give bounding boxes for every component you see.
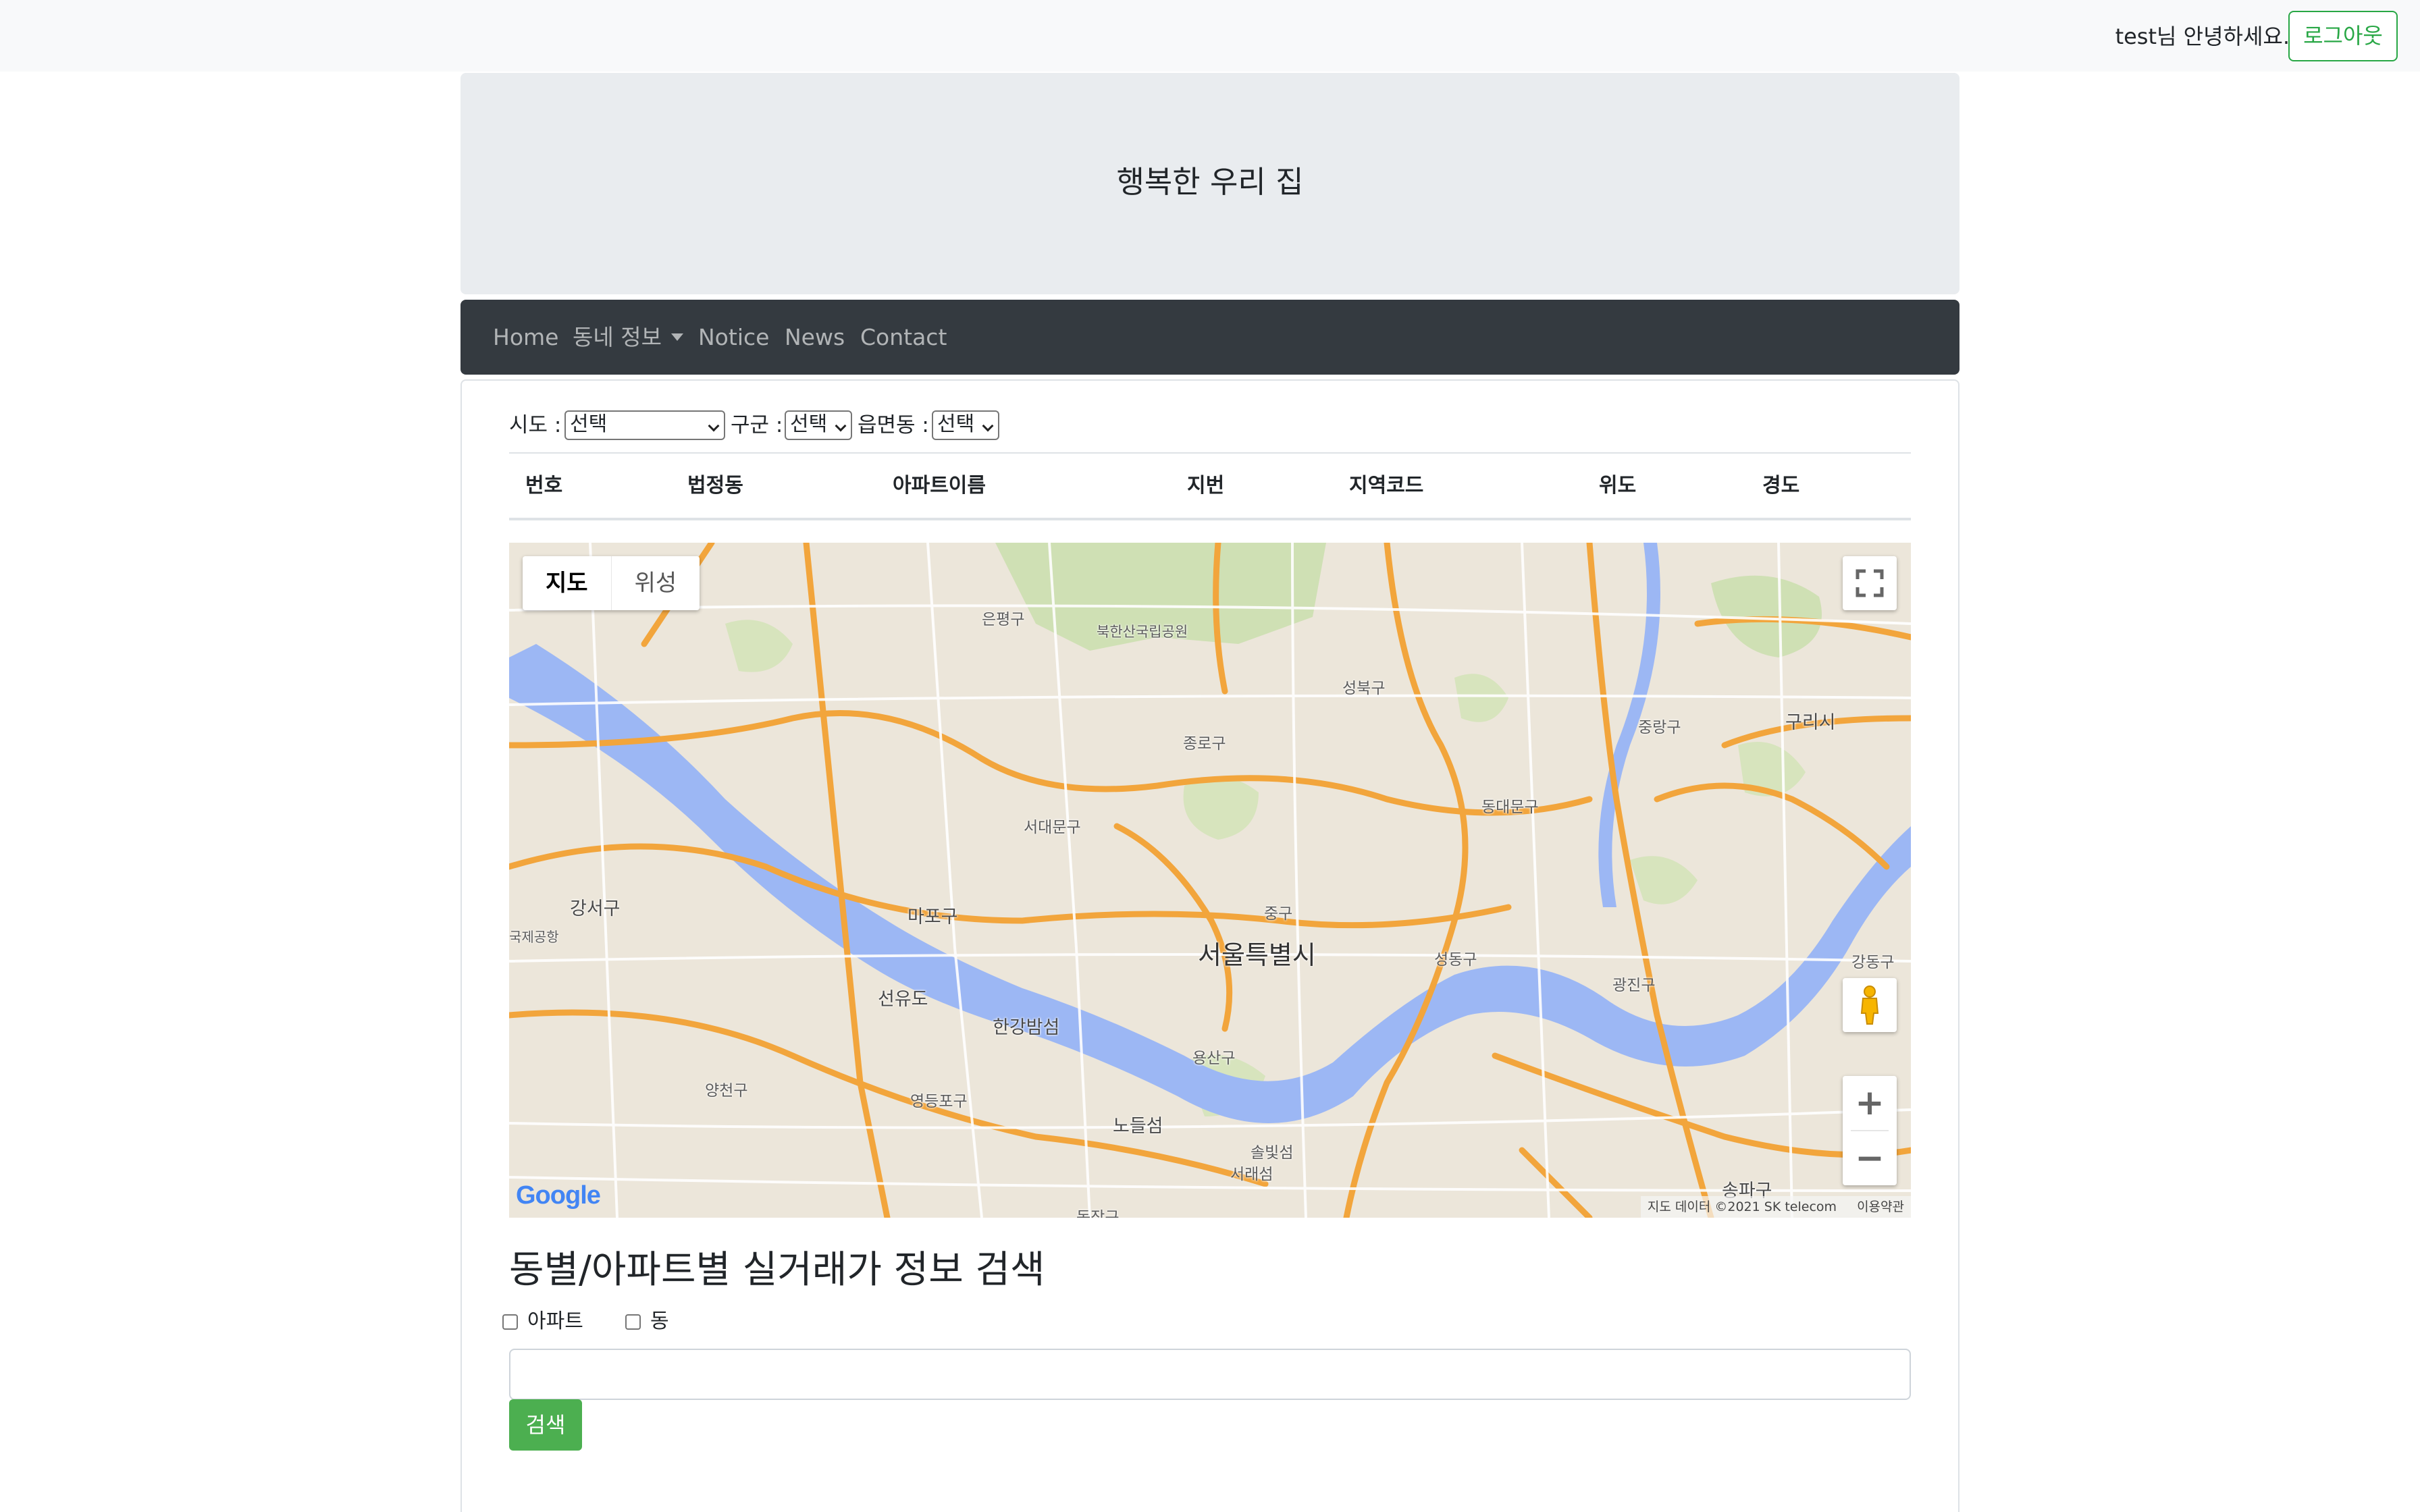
nav-notice[interactable]: Notice (698, 300, 769, 375)
map-label: 강동구 (1851, 954, 1895, 971)
apartment-table-header: 번호 법정동 아파트이름 지번 지역코드 위도 경도 (509, 452, 1911, 520)
column-header: 위도 (1599, 474, 1637, 497)
dong-select[interactable]: 선택 (932, 410, 999, 440)
map-label: 동작구 (1076, 1209, 1120, 1218)
map-label: 양천구 (705, 1082, 748, 1100)
region-filter-row: 시도 : 선택 구군 : 선택 읍면동 : 선택 (509, 408, 1522, 441)
dong-checkbox-option[interactable]: 동 (625, 1310, 669, 1334)
top-bar: test님 안녕하세요. 로그아웃 (0, 0, 2420, 72)
search-input[interactable] (509, 1349, 1911, 1400)
sido-label: 시도 : (509, 413, 562, 437)
user-greeting: test님 안녕하세요. (2115, 24, 2290, 49)
map-label: 영등포구 (910, 1093, 968, 1110)
map-data-credit: 지도 데이터 ©2021 SK telecom (1647, 1199, 1837, 1214)
google-logo: Google (516, 1181, 601, 1210)
google-logo-text: Google (516, 1181, 601, 1210)
nav-news[interactable]: News (785, 300, 845, 375)
gugun-select[interactable]: 선택 (785, 410, 852, 440)
apartment-checkbox-option[interactable]: 아파트 (502, 1310, 583, 1334)
zoom-control: + − (1843, 1076, 1897, 1185)
zoom-in-button[interactable]: + (1843, 1076, 1897, 1130)
map-label: 중구 (1264, 905, 1293, 923)
dropdown-caret-icon (670, 333, 683, 341)
street-view-pegman-button[interactable] (1843, 978, 1897, 1032)
map-label: 선유도 (878, 989, 928, 1010)
dong-label: 읍면동 : (858, 413, 929, 437)
map-attribution: 지도 데이터 ©2021 SK telecom 이용약관 (1640, 1196, 1911, 1218)
gugun-label: 구군 : (731, 413, 783, 437)
map-city-label: 서울특별시 (1198, 940, 1316, 970)
map-label: 동대문구 (1481, 799, 1539, 816)
dong-checkbox-label: 동 (650, 1310, 669, 1333)
sido-select[interactable]: 선택 (564, 410, 725, 440)
nav-neighborhood-label: 동네 정보 (573, 324, 662, 350)
map-type-satellite-button[interactable]: 위성 (610, 556, 700, 610)
map-label: 광진구 (1612, 977, 1656, 994)
zoom-out-button[interactable]: − (1843, 1131, 1897, 1185)
map-label: 성동구 (1434, 951, 1477, 969)
fullscreen-icon (1856, 569, 1884, 597)
map-label: 서래섬 (1230, 1166, 1273, 1183)
map-label: 용산구 (1192, 1050, 1236, 1067)
map-terms-link[interactable]: 이용약관 (1857, 1199, 1904, 1214)
map-label: 중랑구 (1638, 719, 1681, 736)
pegman-icon (1860, 986, 1879, 1025)
column-header: 번호 (525, 474, 563, 497)
map-label: 노들섬 (1113, 1116, 1163, 1137)
map-type-control: 지도 위성 (523, 556, 700, 610)
column-header: 경도 (1762, 474, 1800, 497)
map-type-roadmap-button[interactable]: 지도 (523, 556, 611, 610)
search-section-title: 동별/아파트별 실거래가 정보 검색 (509, 1248, 1045, 1292)
column-header: 지역코드 (1349, 474, 1424, 497)
map-label: 강서구 (570, 898, 621, 919)
map-label: 솔빛섬 (1251, 1144, 1294, 1162)
nav-neighborhood-dropdown[interactable]: 동네 정보 (573, 300, 683, 375)
map-label: 구리시 (1785, 712, 1836, 733)
main-navbar: Home 동네 정보 Notice News Contact (461, 300, 1959, 375)
map-label: 종로구 (1183, 735, 1226, 753)
logout-button[interactable]: 로그아웃 (2288, 11, 2398, 61)
apartment-checkbox[interactable] (502, 1314, 518, 1330)
dong-checkbox[interactable] (625, 1314, 641, 1330)
map-label: 북한산국립공원 (1097, 624, 1188, 640)
map-label: 국제공항 (509, 929, 559, 945)
map-label: 은평구 (982, 611, 1025, 628)
map-label: 한강밤섬 (993, 1017, 1060, 1038)
site-title: 행복한 우리 집 (1116, 164, 1304, 200)
column-header: 아파트이름 (893, 474, 986, 497)
search-button[interactable]: 검색 (509, 1399, 582, 1451)
apartment-checkbox-label: 아파트 (527, 1310, 583, 1333)
column-header: 지번 (1187, 474, 1225, 497)
nav-contact[interactable]: Contact (860, 300, 947, 375)
map-label: 서대문구 (1024, 819, 1081, 836)
fullscreen-button[interactable] (1843, 556, 1897, 610)
map-canvas[interactable] (509, 543, 1911, 1218)
nav-home[interactable]: Home (493, 300, 558, 375)
jumbotron: 행복한 우리 집 (461, 73, 1959, 294)
map-label: 마포구 (908, 907, 958, 927)
map-label: 성북구 (1342, 680, 1386, 697)
google-map[interactable]: 은평구 북한산국립공원 성북구 중랑구 구리시 종로구 동대문구 서대문구 강서… (509, 543, 1911, 1218)
column-header: 법정동 (687, 474, 743, 497)
